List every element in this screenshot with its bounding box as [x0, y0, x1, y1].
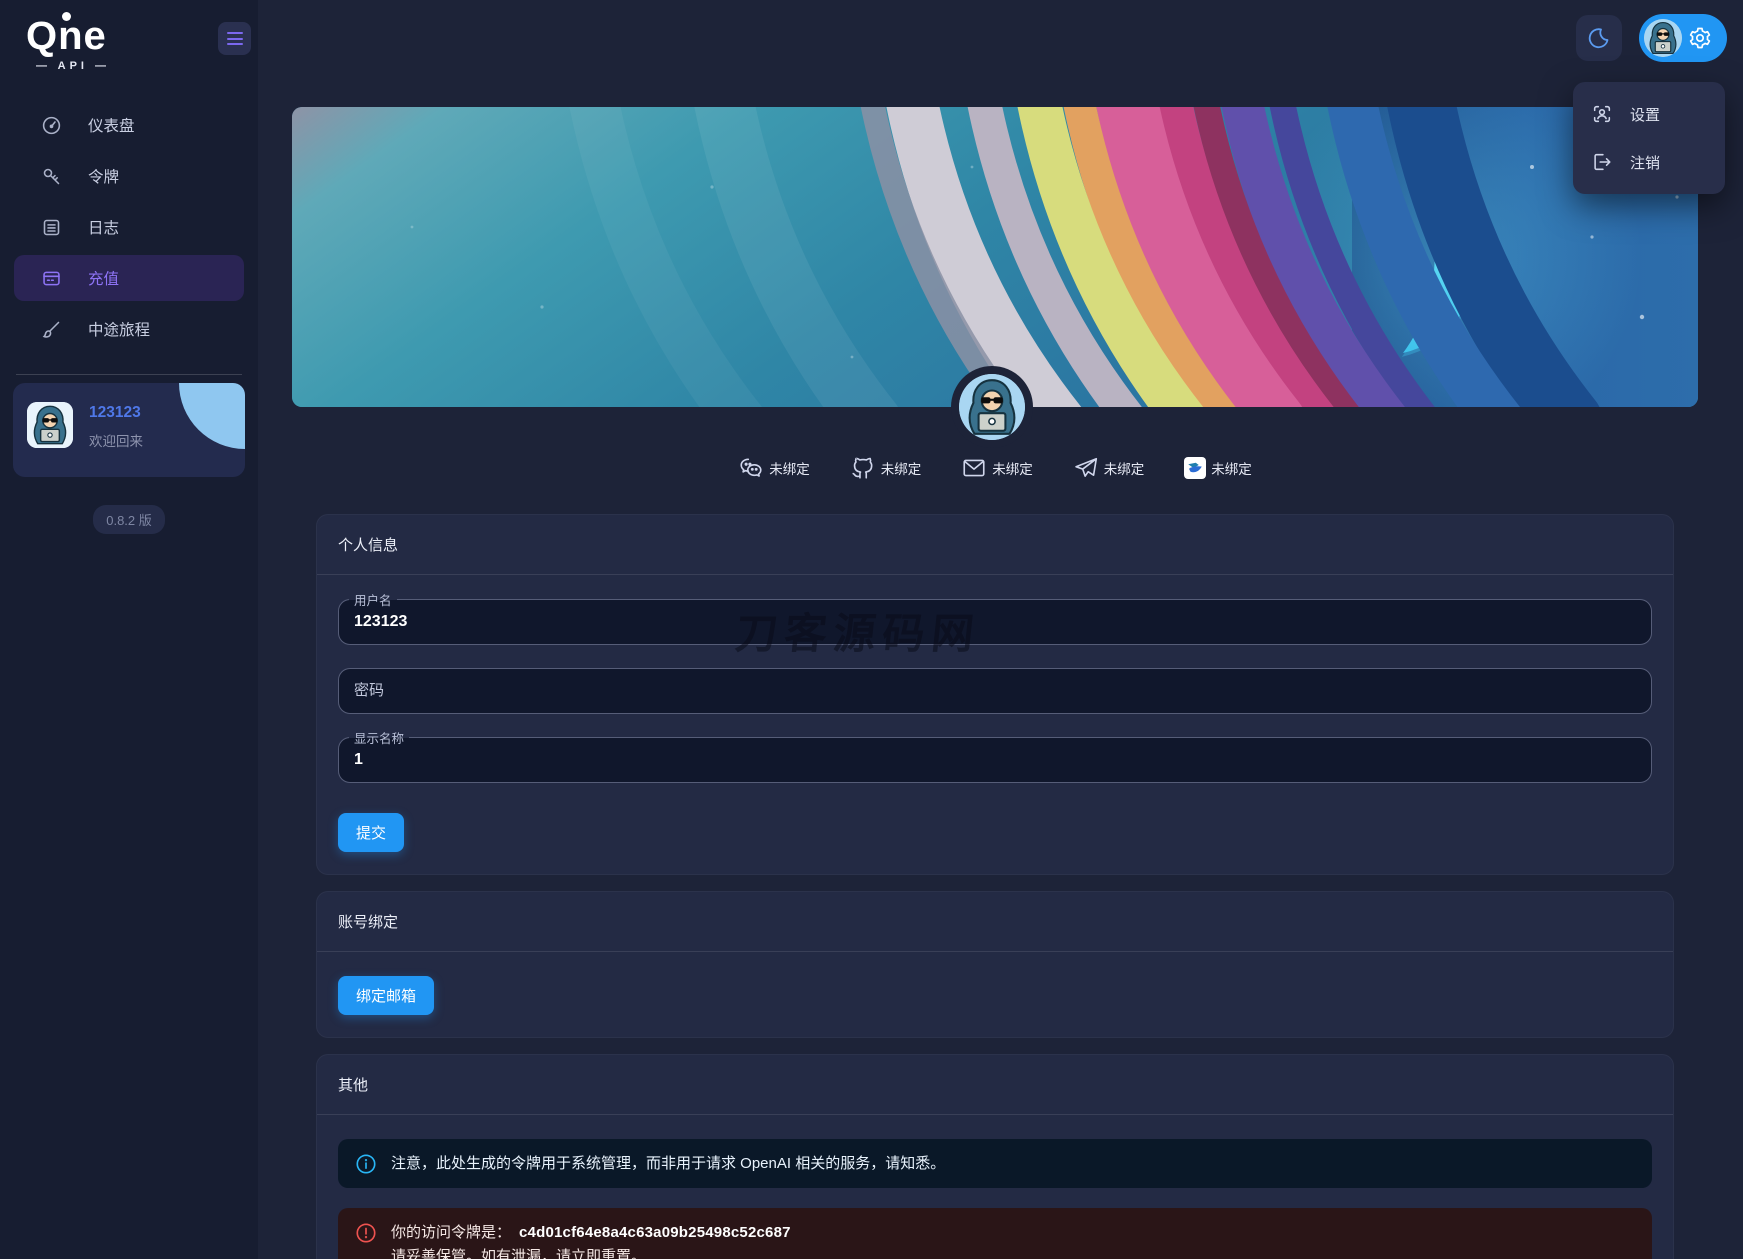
username-label: 用户名	[349, 590, 397, 609]
dashboard-icon	[41, 115, 62, 136]
user-avatar	[27, 402, 73, 448]
theme-toggle-button[interactable]	[1576, 15, 1622, 61]
token-label: 你的访问令牌是：	[391, 1224, 511, 1241]
binding-email[interactable]: 未绑定	[961, 455, 1033, 481]
profile-menu-button[interactable]	[1639, 14, 1727, 62]
other-card: 其他 注意，此处生成的令牌用于系统管理，而非用于请求 OpenAI 相关的服务，…	[316, 1054, 1674, 1259]
banner-artwork	[292, 107, 1698, 407]
info-alert: 注意，此处生成的令牌用于系统管理，而非用于请求 OpenAI 相关的服务，请知悉…	[338, 1139, 1652, 1188]
binding-github[interactable]: 未绑定	[850, 455, 922, 481]
token-warning: 请妥善保管。如有泄漏，请立即重置。	[391, 1245, 791, 1259]
profile-dropdown-menu: 设置 注销	[1573, 82, 1725, 194]
info-icon	[355, 1153, 377, 1175]
binding-status: 未绑定	[1104, 458, 1145, 478]
logs-icon	[41, 217, 62, 238]
sidebar-item-logs[interactable]: 日志	[14, 204, 244, 250]
card-title: 个人信息	[317, 515, 1673, 574]
profile-banner	[292, 107, 1698, 407]
binding-telegram[interactable]: 未绑定	[1073, 455, 1145, 481]
account-binding-card: 账号绑定 绑定邮箱	[316, 891, 1674, 1038]
menu-item-settings[interactable]: 设置	[1573, 90, 1725, 138]
sidebar-greeting: 欢迎回来	[89, 430, 143, 450]
sidebar-item-label: 仪表盘	[88, 114, 135, 136]
display-name-input[interactable]	[338, 737, 1652, 783]
topbar-actions	[1576, 14, 1727, 62]
binding-status: 未绑定	[1211, 458, 1252, 478]
sidebar: Qne — API — 仪表盘 令牌 日志 充值	[0, 0, 258, 1259]
profile-avatar[interactable]	[959, 374, 1025, 440]
sidebar-item-recharge[interactable]: 充值	[14, 255, 244, 301]
submit-button[interactable]: 提交	[338, 813, 404, 852]
menu-item-label: 注销	[1630, 152, 1660, 173]
error-icon	[355, 1222, 377, 1244]
topbar-avatar	[1644, 19, 1682, 57]
main-content: 未绑定 未绑定 未绑定 未绑定	[258, 0, 1743, 1259]
key-icon	[41, 166, 62, 187]
wechat-icon	[738, 455, 764, 481]
card-title: 其他	[317, 1055, 1673, 1114]
hamburger-icon	[227, 32, 243, 34]
sidebar-item-dashboard[interactable]: 仪表盘	[14, 102, 244, 148]
binding-wechat[interactable]: 未绑定	[738, 455, 810, 481]
user-settings-icon	[1591, 103, 1613, 125]
sidebar-nav: 仪表盘 令牌 日志 充值 中途旅程	[0, 102, 258, 352]
info-alert-text: 注意，此处生成的令牌用于系统管理，而非用于请求 OpenAI 相关的服务，请知悉…	[391, 1152, 945, 1175]
binding-status: 未绑定	[992, 458, 1033, 478]
card-title: 账号绑定	[317, 892, 1673, 951]
sidebar-item-label: 中途旅程	[88, 318, 150, 340]
sidebar-divider	[16, 374, 242, 375]
token-alert: 你的访问令牌是： c4d01cf64e8a4c63a09b25498c52c687…	[338, 1208, 1652, 1259]
moon-icon	[1587, 26, 1611, 50]
github-icon	[850, 455, 876, 481]
sidebar-item-label: 充值	[88, 267, 119, 289]
card-icon	[41, 268, 62, 289]
email-icon	[961, 455, 987, 481]
binding-status: 未绑定	[769, 458, 810, 478]
access-token: c4d01cf64e8a4c63a09b25498c52c687	[519, 1224, 791, 1241]
telegram-icon	[1073, 455, 1099, 481]
version-badge: 0.8.2 版	[93, 505, 165, 534]
display-name-label: 显示名称	[349, 728, 409, 747]
logo-subtitle: — API —	[36, 60, 120, 72]
logo-dot	[62, 12, 71, 21]
lark-icon	[1184, 457, 1206, 479]
sidebar-item-label: 令牌	[88, 165, 119, 187]
menu-item-logout[interactable]: 注销	[1573, 138, 1725, 186]
bind-email-button[interactable]: 绑定邮箱	[338, 976, 434, 1015]
personal-info-card: 个人信息 用户名 显示名称 提交	[316, 514, 1674, 875]
app-logo[interactable]: Qne — API —	[0, 0, 120, 72]
sidebar-username: 123123	[89, 404, 143, 422]
sidebar-item-label: 日志	[88, 216, 119, 238]
password-input[interactable]	[338, 668, 1652, 714]
sidebar-item-tokens[interactable]: 令牌	[14, 153, 244, 199]
gear-icon	[1688, 26, 1712, 50]
logout-icon	[1591, 151, 1613, 173]
logo-text: Qne	[26, 14, 120, 58]
binding-lark[interactable]: 未绑定	[1184, 457, 1252, 479]
binding-status: 未绑定	[881, 458, 922, 478]
sidebar-user-card[interactable]: 123123 欢迎回来	[13, 383, 245, 477]
menu-item-label: 设置	[1630, 104, 1660, 125]
sidebar-toggle-button[interactable]	[218, 22, 251, 55]
username-input[interactable]	[338, 599, 1652, 645]
sidebar-item-midjourney[interactable]: 中途旅程	[14, 306, 244, 352]
brush-icon	[41, 319, 62, 340]
user-card-decoration	[179, 383, 245, 449]
